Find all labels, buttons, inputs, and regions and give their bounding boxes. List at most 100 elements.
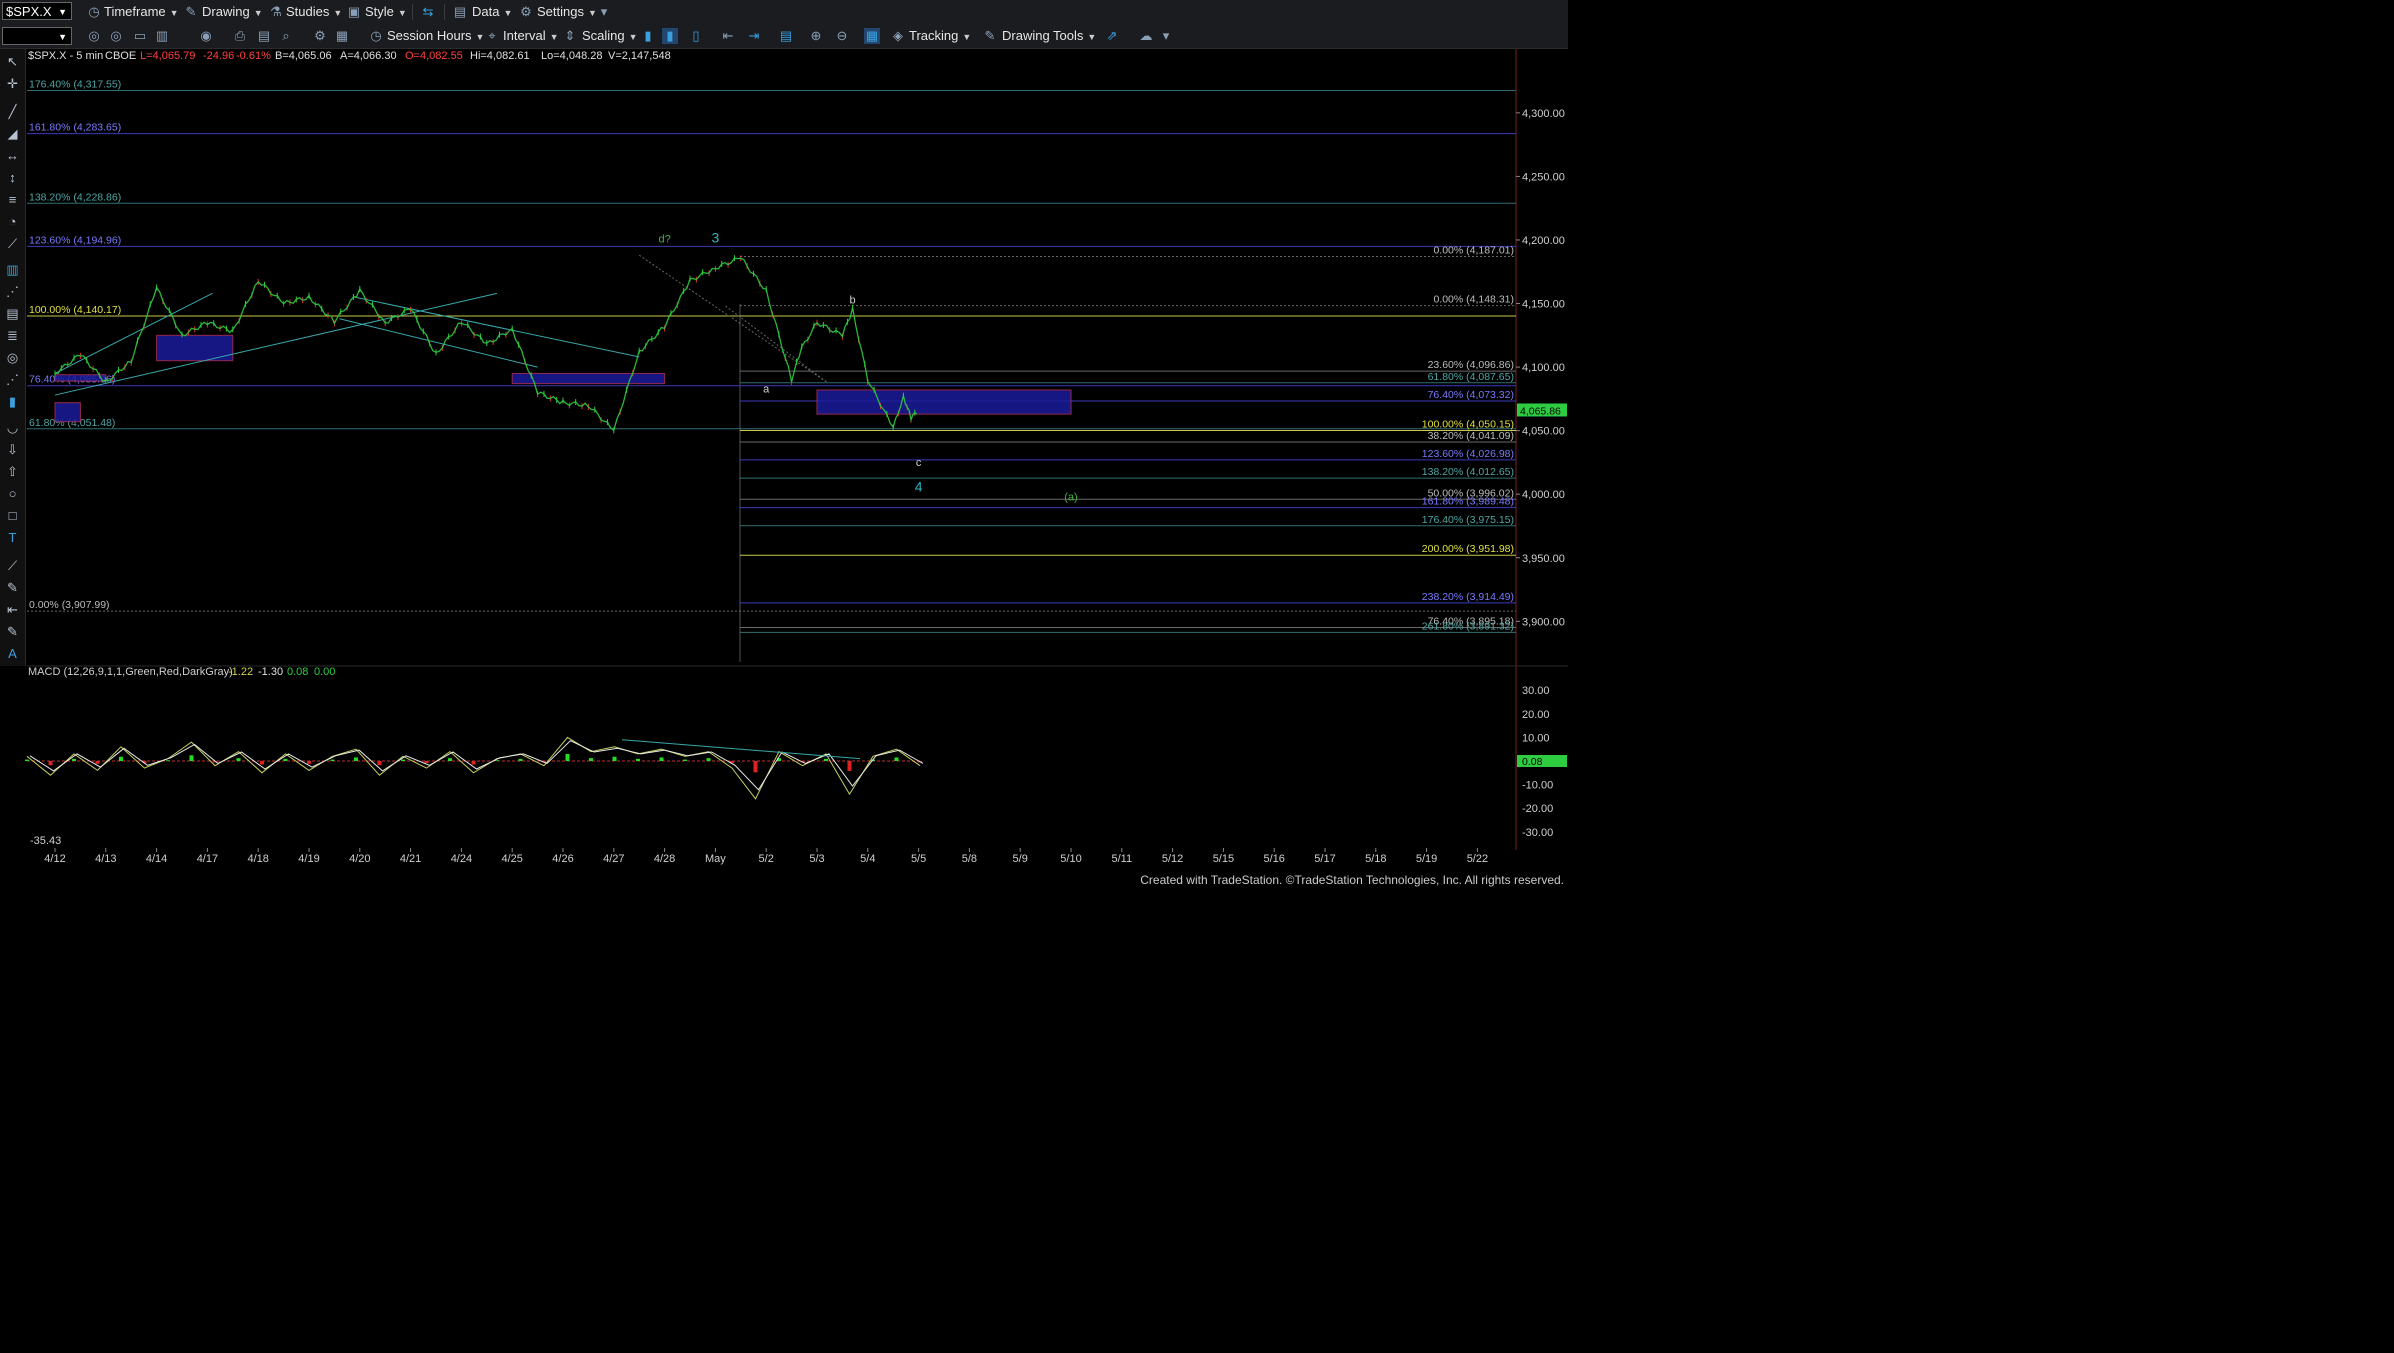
fib-label: 61.80% (4,087.65): [1428, 371, 1514, 383]
demand-zone-box: [816, 389, 1072, 415]
macd-histogram-bar: [565, 753, 570, 761]
header-field: A=4,066.30: [340, 50, 397, 62]
header-field: B=4,065.06: [275, 50, 332, 62]
macd-histogram-bar: [753, 761, 758, 773]
header-field: O=4,082.55: [405, 50, 463, 62]
macd-tick-label: 20.00: [1522, 709, 1550, 721]
y-tick-label: 4,050.00: [1522, 426, 1565, 438]
x-tick-label: 5/18: [1365, 853, 1386, 865]
macd-histogram-bar: [72, 758, 76, 761]
macd-histogram-bar: [48, 761, 53, 766]
wave-label: c: [916, 457, 922, 469]
x-tick-label: 4/14: [146, 853, 167, 865]
macd-histogram-bar: [636, 758, 640, 761]
macd-histogram-bar: [354, 757, 358, 761]
macd-histogram-bar: [377, 761, 382, 766]
macd-histogram-bar: [847, 761, 852, 771]
macd-histogram-bar: [706, 758, 711, 761]
chart-grid: [27, 49, 1568, 850]
trend-line: [354, 296, 640, 358]
macd-tick-label: -30.00: [1522, 827, 1553, 839]
macd-title: MACD (12,26,9,1,1,Green,Red,DarkGray): [28, 666, 233, 678]
macd-histogram-bar: [495, 760, 499, 761]
chart-annotations: d? 3 a b c 4 (a): [54, 230, 1078, 504]
y-tick-label: 4,300.00: [1522, 108, 1565, 120]
fib-levels: 176.40% (4,317.55) 161.80% (4,283.65) 138.…: [27, 79, 1516, 633]
macd-tick-label: 30.00: [1522, 685, 1550, 697]
x-tick-label: 5/19: [1416, 853, 1437, 865]
x-tick-label: 5/17: [1314, 853, 1335, 865]
x-tick-label: 5/3: [809, 853, 824, 865]
demand-zone-box: [54, 402, 81, 423]
x-tick-label: 4/18: [247, 853, 268, 865]
x-tick-label: May: [705, 853, 726, 865]
fib-label: 176.40% (4,317.55): [29, 79, 121, 91]
x-tick-label: 5/2: [759, 853, 774, 865]
macd-histogram-bar: [95, 761, 100, 764]
macd-histogram-bar: [683, 759, 687, 761]
fib-label: 138.20% (4,012.65): [1422, 466, 1514, 478]
demand-zone-box: [511, 372, 666, 385]
x-tick-label: 5/9: [1013, 853, 1028, 865]
macd-value: 0.08: [287, 666, 308, 678]
macd-histogram-bar: [401, 759, 405, 761]
header-field: CBOE: [105, 50, 136, 62]
fib-label: 238.20% (3,914.49): [1422, 591, 1514, 603]
header-field: V=2,147,548: [608, 50, 671, 62]
x-tick-label: 5/4: [860, 853, 875, 865]
macd-tick-label: -10.00: [1522, 780, 1553, 792]
macd-signal-line: [29, 740, 924, 791]
fib-label: 200.00% (3,951.98): [1422, 543, 1514, 555]
chart-canvas[interactable]: 176.40% (4,317.55) 161.80% (4,283.65) 138.…: [0, 0, 1568, 887]
chart-axes: 3,900.00 3,950.00 4,000.00 4,050.00 4,100.00…: [44, 108, 1565, 865]
macd-histogram-bar: [166, 760, 170, 761]
header-field: $SPX.X - 5 min: [28, 50, 103, 62]
macd-histogram-bar: [236, 758, 241, 761]
header-field: -0.61%: [236, 50, 271, 62]
macd-min-label: -35.43: [30, 835, 61, 847]
header-field: -24.96: [203, 50, 234, 62]
x-tick-label: 4/24: [451, 853, 472, 865]
x-tick-label: 5/11: [1112, 853, 1133, 865]
zone-boxes: [54, 334, 1072, 423]
fib-label: 100.00% (4,050.15): [1422, 418, 1514, 430]
wave-label: a: [763, 384, 770, 396]
fib-label: 0.00% (3,907.99): [29, 599, 110, 611]
x-tick-label: 5/22: [1467, 853, 1488, 865]
macd-tick-label: -20.00: [1522, 803, 1553, 815]
macd-histogram-bar: [330, 759, 335, 761]
fib-label: 23.60% (4,096.86): [1428, 359, 1514, 371]
x-tick-label: 4/17: [197, 853, 218, 865]
macd-histogram-bar: [824, 758, 828, 761]
macd-line: [26, 736, 921, 800]
macd-histogram-bar: [471, 761, 476, 765]
diagonal-dotted-line: [638, 254, 828, 383]
y-tick-label: 4,200.00: [1522, 235, 1565, 247]
fib-label: 161.80% (4,283.65): [29, 122, 121, 134]
y-tick-label: 4,250.00: [1522, 171, 1565, 183]
y-tick-label: 4,100.00: [1522, 362, 1565, 374]
x-tick-label: 5/16: [1263, 853, 1284, 865]
trend-line: [54, 292, 498, 396]
fib-label: 138.20% (4,228.86): [29, 191, 121, 203]
wave-label: d?: [658, 234, 670, 246]
macd-histogram-bar: [424, 761, 429, 764]
header-field: Hi=4,082.61: [470, 50, 530, 62]
fib-label: 161.80% (3,989.48): [1422, 496, 1514, 508]
macd-value: -1.22: [228, 666, 253, 678]
macd-divergence-line: [621, 739, 861, 760]
demand-zone-box: [54, 374, 107, 382]
macd-histogram-bar: [189, 755, 194, 761]
wave-label: 4: [915, 479, 923, 495]
y-tick-label: 4,150.00: [1522, 299, 1565, 311]
x-tick-label: 5/12: [1162, 853, 1183, 865]
macd-histogram-bar: [283, 758, 288, 761]
x-tick-label: 4/28: [654, 853, 675, 865]
x-tick-label: 5/10: [1060, 853, 1081, 865]
macd-histogram-bar: [659, 757, 664, 761]
x-tick-label: 4/13: [95, 853, 116, 865]
fib-label: 0.00% (4,187.01): [1433, 244, 1514, 256]
x-tick-label: 5/8: [962, 853, 977, 865]
trend-line: [339, 318, 538, 368]
x-tick-label: 4/21: [400, 853, 421, 865]
